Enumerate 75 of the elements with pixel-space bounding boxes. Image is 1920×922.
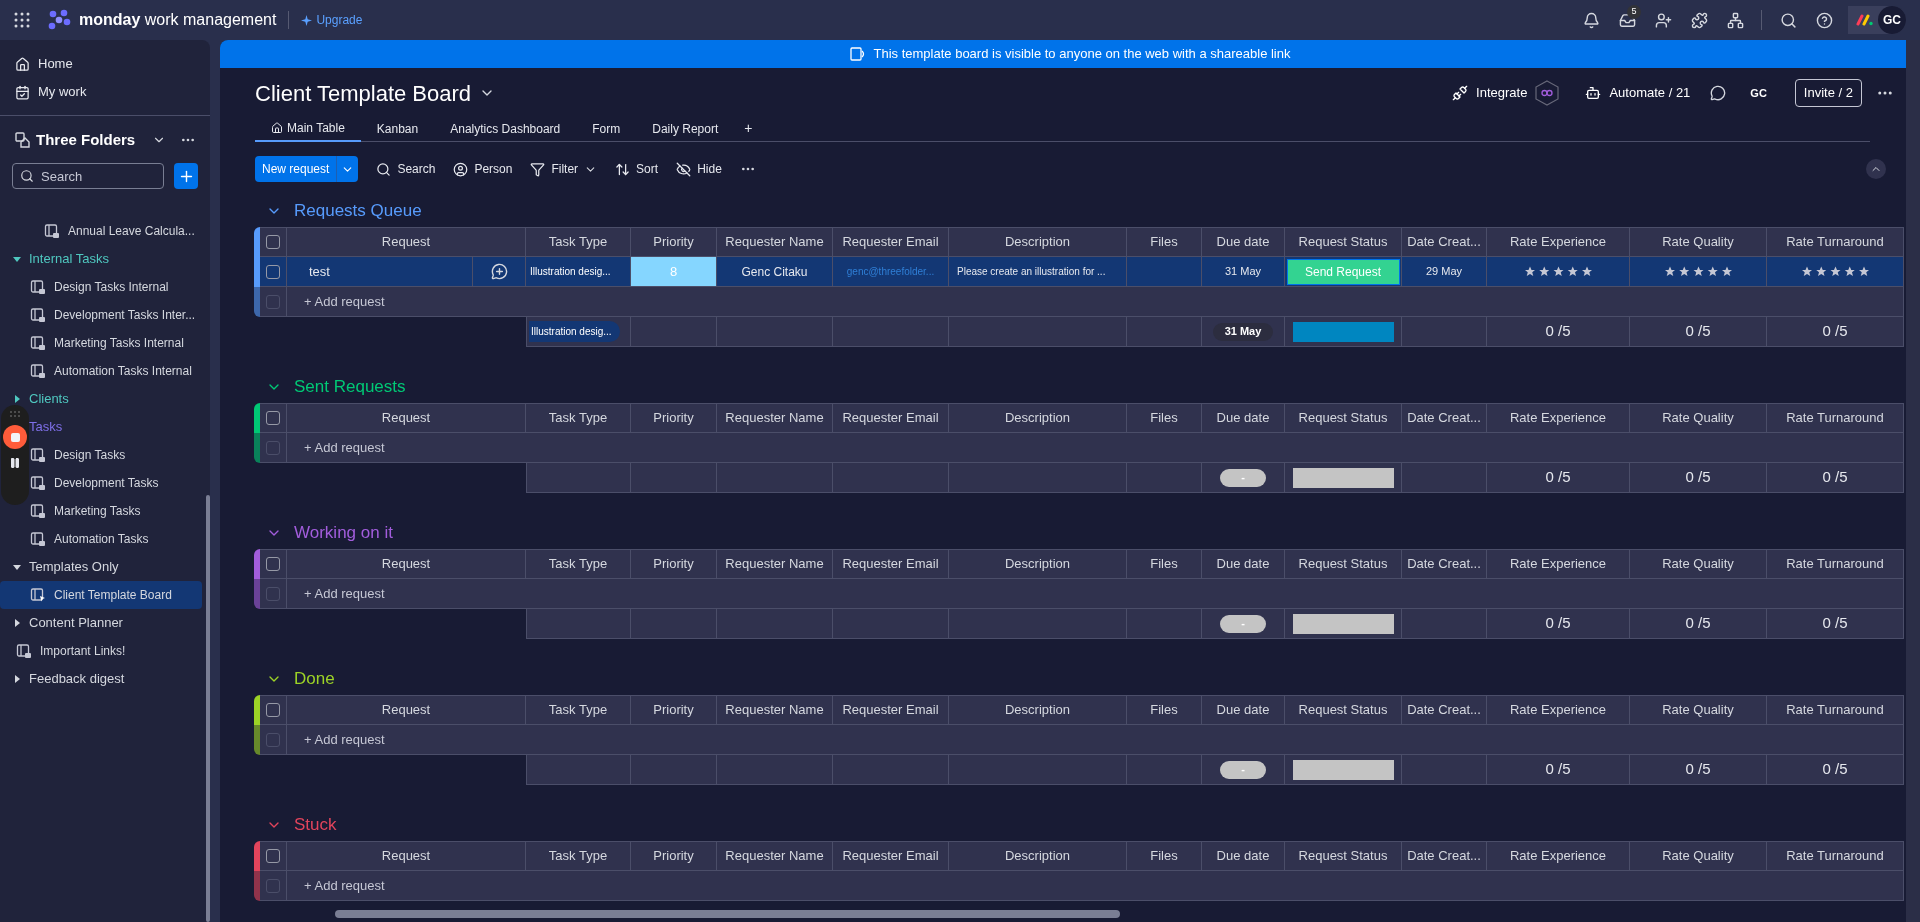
sidebar-item[interactable]: Marketing Tasks	[0, 497, 202, 525]
invite-button[interactable]: Invite / 2	[1794, 79, 1862, 107]
search-field[interactable]: Search	[12, 163, 164, 189]
rating-summary: 0 /5	[1685, 467, 1711, 488]
table-cell-text: Illustration desig...	[530, 265, 611, 279]
toolbar-button[interactable]: Hide	[676, 160, 722, 178]
add-item-field[interactable]: + Add request	[304, 291, 385, 312]
add-view-button[interactable]: +	[734, 115, 763, 141]
date-range-chip: -	[1220, 468, 1266, 487]
folder-item[interactable]: Content Planner	[0, 609, 210, 637]
sidebar-item[interactable]: Marketing Tasks Internal	[0, 329, 202, 357]
add-item-field[interactable]: + Add request	[304, 583, 385, 604]
user-avatar[interactable]: GC	[1878, 6, 1906, 34]
toolbar-button[interactable]: Filter	[530, 160, 579, 178]
group-title[interactable]: Requests Queue	[294, 197, 422, 224]
rating-summary: 0 /5	[1822, 613, 1848, 634]
add-item-field[interactable]: + Add request	[304, 437, 385, 458]
table-cell-text: Please create an illustration for ...	[957, 265, 1106, 279]
sidebar-item[interactable]: Client Template Board	[0, 581, 202, 609]
group-title[interactable]: Working on it	[294, 519, 393, 546]
automate-button[interactable]: Automate / 21	[1585, 83, 1691, 103]
rating-summary: 0 /5	[1545, 467, 1571, 488]
sidebar-item[interactable]: Development Tasks	[0, 469, 202, 497]
toolbar-button[interactable]: Sort	[615, 160, 659, 178]
toolbar-button[interactable]: Person	[453, 160, 513, 178]
view-tab[interactable]: Main Table	[255, 116, 361, 142]
rating-summary: 0 /5	[1545, 321, 1571, 342]
nav-item[interactable]: My work	[10, 78, 200, 106]
view-tab[interactable]: Daily Report	[636, 116, 735, 142]
table-cell-text: 29 May	[1425, 264, 1463, 280]
rating-summary: 0 /5	[1545, 759, 1571, 780]
upgrade-button[interactable]: Upgrade	[301, 11, 363, 29]
view-tab[interactable]: Analytics Dashboard	[434, 116, 577, 142]
table-cell-text: 31 May	[1224, 264, 1262, 280]
date-range-chip: -	[1220, 614, 1266, 633]
view-tab[interactable]: Form	[576, 116, 637, 142]
rating-summary: 0 /5	[1685, 321, 1711, 342]
sidebar-item[interactable]: Development Tasks Inter...	[0, 301, 202, 329]
rating-summary: 0 /5	[1545, 613, 1571, 634]
add-item-field[interactable]: + Add request	[304, 729, 385, 750]
sidebar-item[interactable]: Design Tasks	[0, 441, 202, 469]
sidebar-item[interactable]: Annual Leave Calcula...	[0, 217, 202, 245]
app-title: monday work management	[79, 10, 277, 30]
folder-item[interactable]: Clients	[0, 385, 210, 413]
sidebar-item[interactable]: Automation Tasks	[0, 525, 202, 553]
toolbar-button[interactable]: Search	[376, 160, 436, 178]
sidebar-item[interactable]: Important Links!	[0, 637, 202, 665]
group-title[interactable]: Stuck	[294, 811, 337, 838]
group-title[interactable]: Done	[294, 665, 335, 692]
table-row[interactable]: test Illustration desig... 8 Genc Citaku genc@threefolder... Please create an illustration for ... 31 May Send Request 29 May	[260, 257, 1904, 287]
integrate-button[interactable]: Integrate	[1452, 83, 1528, 103]
group-title[interactable]: Sent Requests	[294, 373, 406, 400]
nav-item[interactable]: Home	[10, 50, 200, 78]
item-name[interactable]: test	[309, 261, 330, 282]
user-avatar[interactable]: GC	[1750, 84, 1767, 102]
folder-item[interactable]: Feedback digest	[0, 665, 210, 693]
rating-summary: 0 /5	[1822, 759, 1848, 780]
notification-badge: 5	[1627, 4, 1641, 19]
rating-summary: 0 /5	[1685, 613, 1711, 634]
workspace-name[interactable]: Three Folders	[36, 128, 136, 152]
summary-chip: Illustration desig...	[529, 321, 620, 342]
rating-summary: 0 /5	[1822, 467, 1848, 488]
rating-summary: 0 /5	[1822, 321, 1848, 342]
banner-text: This template board is visible to anyone on the web with a shareable link	[873, 45, 1291, 64]
table-cell-text: Genc Citaku	[741, 263, 808, 281]
board-title[interactable]: Client Template Board	[255, 76, 472, 110]
folder-item[interactable]: Internal Tasks	[0, 245, 210, 273]
date-range-chip: -	[1220, 760, 1266, 779]
sidebar-item[interactable]: Design Tasks Internal	[0, 273, 202, 301]
folder-item[interactable]: Templates Only	[0, 553, 210, 581]
sidebar-item[interactable]: Automation Tasks Internal	[0, 357, 202, 385]
add-item-field[interactable]: + Add request	[304, 875, 385, 896]
rating-summary: 0 /5	[1685, 759, 1711, 780]
date-range-chip: 31 May	[1212, 322, 1274, 341]
view-tab[interactable]: Kanban	[360, 116, 435, 142]
